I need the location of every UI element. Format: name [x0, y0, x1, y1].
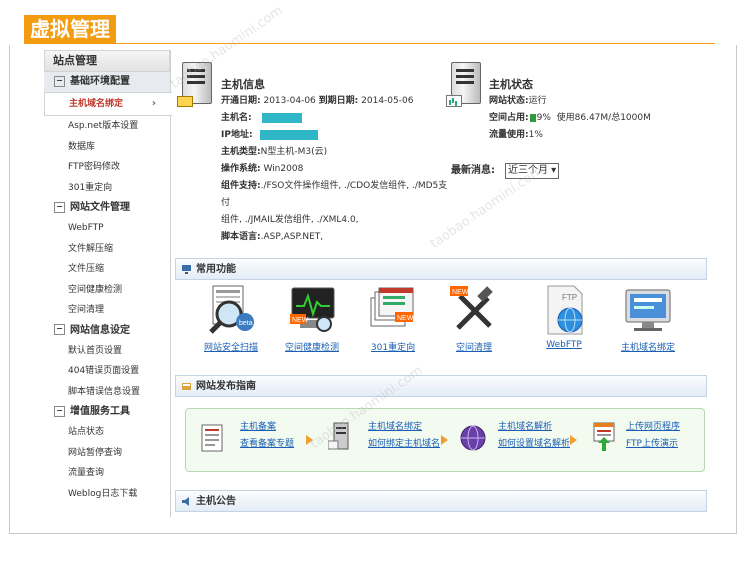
guide-icon — [182, 383, 191, 390]
host-info-details: 开通日期: 2013-04-06 到期日期: 2014-05-06 主机名: I… — [221, 96, 448, 242]
svg-text:FTP: FTP — [562, 293, 577, 302]
arrow-right-icon — [570, 435, 577, 445]
host-status-details: 网站状态:运行 空间占用: 9% 使用86.47M/总1000M 流量使用:1% — [489, 96, 651, 140]
sidebar-item-pause-query[interactable]: 网站暂停查询 — [44, 443, 170, 464]
server-status-icon — [446, 62, 481, 107]
sidebar-group-label: 基础环境配置 — [70, 76, 130, 87]
sidebar-item-database[interactable]: 数据库 — [44, 137, 170, 158]
title-divider — [24, 43, 715, 44]
sidebar-group-site-info[interactable]: − 网站信息设定 — [44, 321, 170, 341]
sidebar-item-unzip[interactable]: 文件解压缩 — [44, 239, 170, 260]
guide-step-domain-resolve[interactable]: 主机域名解析 如何设置域名解析 — [498, 419, 570, 453]
feature-webftp[interactable]: FTP WebFTP — [524, 284, 604, 350]
sidebar-item-health[interactable]: 空间健康检测 — [44, 280, 170, 301]
sidebar-item-domain-bind[interactable]: 主机域名绑定 › — [44, 92, 172, 116]
host-info-title: 主机信息 — [221, 78, 265, 91]
sidebar-item-webftp[interactable]: WebFTP — [44, 218, 170, 239]
svg-text:NEW: NEW — [292, 317, 309, 324]
host-type-value: N型主机-M3(云) — [260, 147, 328, 157]
expire-date: 2014-05-06 — [361, 96, 414, 106]
sidebar-group-basic[interactable]: − 基础环境配置 — [44, 72, 170, 92]
domain-bind-icon — [622, 284, 674, 336]
domain-resolve-icon — [460, 425, 486, 451]
svg-text:NEW: NEW — [452, 289, 469, 296]
speaker-icon — [182, 497, 189, 506]
os-value: Win2008 — [263, 164, 304, 174]
common-section-bar: 常用功能 — [175, 258, 707, 280]
sidebar-item-default-page[interactable]: 默认首页设置 — [44, 341, 170, 362]
collapse-icon[interactable]: − — [54, 324, 65, 335]
notice-section-bar: 主机公告 — [175, 490, 707, 512]
news-label: 最新消息: — [451, 165, 495, 176]
guide-step-record[interactable]: 主机备案 查看备案专题 — [240, 419, 294, 453]
svg-text:NEW: NEW — [397, 315, 414, 322]
feature-redirect[interactable]: NEW 301重定向 — [353, 284, 433, 353]
guide-section-bar: 网站发布指南 — [175, 375, 707, 397]
collapse-icon[interactable]: − — [54, 201, 65, 213]
script-value: .ASP,ASP.NET, — [260, 232, 324, 242]
security-scan-icon: beta — [205, 284, 257, 336]
feature-health-check[interactable]: NEW 空间健康检测 — [272, 284, 352, 353]
guide-step-domain-bind[interactable]: 主机域名绑定 如何绑定主机域名 — [368, 419, 440, 453]
ip-redacted — [260, 129, 319, 140]
news-range-select[interactable]: 近三个月 ▾ — [505, 163, 560, 179]
monitor-icon — [182, 265, 191, 274]
webftp-icon: FTP — [538, 284, 590, 336]
site-status-value: 运行 — [528, 96, 547, 106]
sidebar-item-cleanup[interactable]: 空间清理 — [44, 300, 170, 321]
sidebar-item-404-page[interactable]: 404错误页面设置 — [44, 361, 170, 382]
arrow-right-icon — [441, 435, 448, 445]
collapse-icon[interactable]: − — [54, 405, 65, 417]
sidebar-item-traffic[interactable]: 流量查询 — [44, 463, 170, 484]
cleanup-tools-icon: NEW — [448, 284, 500, 336]
sidebar: 站点管理 − 基础环境配置 主机域名绑定 › Asp.net版本设置 数据库 FTP… — [44, 50, 172, 517]
svg-text:beta: beta — [239, 320, 253, 327]
sidebar-group-value-added[interactable]: − 增值服务工具 — [44, 402, 170, 422]
page-title: 虚拟管理 — [24, 15, 116, 43]
collapse-icon[interactable]: − — [54, 75, 65, 87]
sidebar-item-aspnet[interactable]: Asp.net版本设置 — [44, 116, 170, 137]
space-usage-bar — [529, 113, 536, 122]
sidebar-item-zip[interactable]: 文件压缩 — [44, 259, 170, 280]
guide-steps: 主机备案 查看备案专题 主机域名绑定 如何绑定主机域名 主机域名解析 如何设置域名解析… — [185, 408, 705, 472]
hostname-redacted — [262, 112, 303, 123]
server-mail-icon — [177, 62, 212, 107]
guide-step-upload[interactable]: 上传网页程序 FTP上传演示 — [626, 419, 680, 453]
feature-security-scan[interactable]: beta 网站安全扫描 — [191, 284, 271, 353]
sidebar-item-script-error[interactable]: 脚本错误信息设置 — [44, 382, 170, 403]
record-document-icon — [201, 424, 223, 452]
sidebar-item-ftp-password[interactable]: FTP密码修改 — [44, 157, 170, 178]
feature-cleanup[interactable]: NEW 空间清理 — [434, 284, 514, 353]
server-bind-icon — [328, 422, 349, 450]
sidebar-item-site-status[interactable]: 站点状态 — [44, 422, 170, 443]
host-status-title: 主机状态 — [489, 78, 533, 91]
health-check-icon: NEW — [286, 284, 338, 336]
feature-domain-bind[interactable]: 主机域名绑定 — [608, 284, 688, 353]
sidebar-header: 站点管理 — [44, 50, 170, 72]
sidebar-item-redirect[interactable]: 301重定向 — [44, 178, 170, 199]
chevron-right-icon: › — [151, 98, 156, 109]
sidebar-group-files[interactable]: − 网站文件管理 — [44, 198, 170, 218]
redirect-icon: NEW — [367, 284, 419, 336]
upload-page-icon — [593, 422, 615, 451]
sidebar-title: 站点管理 — [53, 54, 97, 67]
open-date: 2013-04-06 — [263, 96, 316, 106]
sidebar-item-weblog[interactable]: Weblog日志下载 — [44, 484, 170, 505]
arrow-right-icon — [306, 435, 313, 445]
